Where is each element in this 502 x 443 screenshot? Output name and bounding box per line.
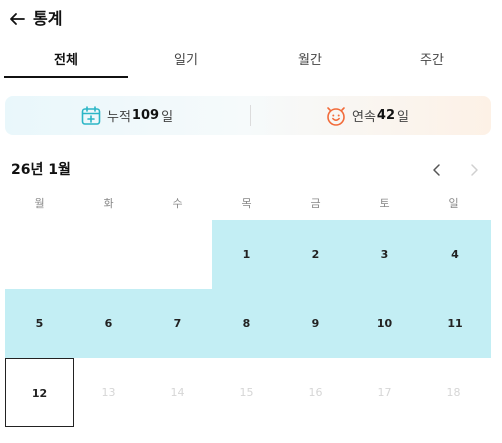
calendar-day[interactable]: 9 [281, 289, 350, 358]
weekday-label: 목 [241, 197, 252, 210]
page-title: 통계 [33, 9, 63, 28]
active-tab-indicator [4, 76, 128, 78]
calendar-day: 14 [170, 386, 185, 399]
summary-divider [250, 105, 251, 126]
total-days-label: 누적 [107, 110, 131, 125]
calendar-day[interactable]: 2 [281, 220, 350, 289]
calendar-day[interactable]: 3 [350, 220, 419, 289]
calendar-day: 17 [377, 386, 392, 399]
calendar-day: 15 [239, 386, 254, 399]
summary-panel: 누적 109 일 연속 42 일 [5, 96, 491, 135]
total-days-value: 109 [131, 108, 160, 123]
calendar-day[interactable]: 7 [143, 289, 212, 358]
calendar-day: 13 [101, 386, 116, 399]
calendar-day[interactable]: 5 [5, 289, 74, 358]
month-title: 26년 1월 [11, 162, 71, 178]
tab-diary[interactable]: 일기 [124, 44, 248, 80]
calendar-day[interactable]: 11 [419, 289, 491, 358]
calendar-day: 18 [446, 386, 461, 399]
streak-days-stat: 연속 42 일 [325, 96, 409, 135]
calendar-day[interactable]: 4 [419, 220, 491, 289]
weekday-label: 금 [310, 197, 321, 210]
tab-weekly[interactable]: 주간 [370, 44, 494, 80]
weekday-header: 월 화 수 목 금 토 일 [5, 195, 491, 215]
streak-days-label: 연속 [352, 110, 376, 125]
chevron-right-icon[interactable] [467, 162, 481, 178]
chevron-left-icon[interactable] [430, 162, 444, 178]
weekday-label: 화 [103, 197, 114, 210]
weekday-label: 월 [34, 197, 45, 210]
weekday-label: 일 [448, 197, 459, 210]
calendar-day[interactable]: 6 [74, 289, 143, 358]
calendar-day-today[interactable]: 12 [5, 358, 74, 427]
tab-all[interactable]: 전체 [4, 44, 128, 80]
calendar-day: 16 [308, 386, 323, 399]
calendar-day[interactable]: 8 [212, 289, 281, 358]
face-alarm-icon [327, 106, 345, 126]
header: 통계 [0, 0, 502, 40]
tab-bar: 전체 일기 월간 주간 [0, 44, 502, 80]
streak-days-value: 42 [376, 108, 396, 123]
weekday-label: 수 [172, 197, 183, 210]
total-days-stat: 누적 109 일 [80, 96, 173, 135]
tab-monthly[interactable]: 월간 [248, 44, 372, 80]
arrow-left-icon[interactable] [8, 10, 26, 28]
streak-days-unit: 일 [397, 110, 409, 125]
weekday-label: 토 [379, 197, 390, 210]
total-days-unit: 일 [161, 110, 174, 125]
calendar-day[interactable]: 10 [350, 289, 419, 358]
calendar-day[interactable]: 1 [212, 220, 281, 289]
calendar-add-icon [81, 105, 101, 125]
